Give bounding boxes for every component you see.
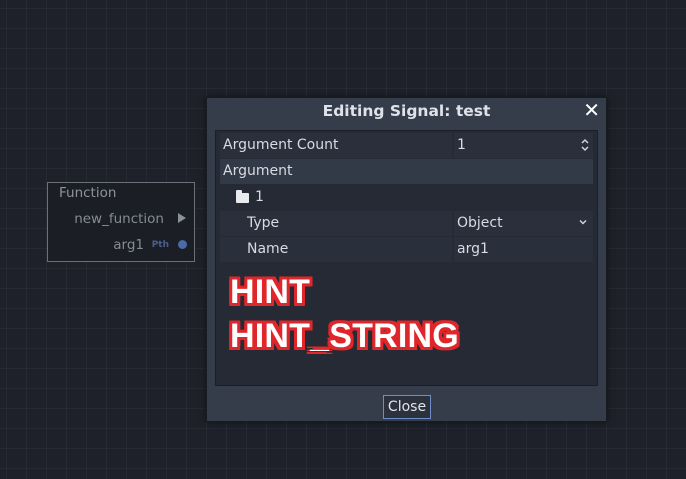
arg-type-icon: Pth bbox=[151, 240, 169, 250]
name-label: Name bbox=[247, 241, 289, 257]
dialog-title: Editing Signal: test bbox=[322, 102, 491, 120]
argument-count-label: Argument Count bbox=[223, 137, 339, 153]
argument-count-row: Argument Count 1 bbox=[220, 133, 593, 158]
name-input[interactable]: arg1 bbox=[457, 241, 489, 257]
node-arg-label: arg1 bbox=[113, 237, 144, 253]
function-node[interactable]: Function new_function arg1 Pth bbox=[47, 182, 195, 262]
data-port-icon[interactable] bbox=[178, 240, 187, 249]
sequence-port-icon[interactable] bbox=[178, 213, 186, 223]
argument-section-label: Argument bbox=[223, 163, 293, 179]
node-output-label: new_function bbox=[74, 211, 164, 227]
type-row: Type Object bbox=[220, 211, 593, 236]
type-select[interactable]: Object bbox=[457, 215, 503, 231]
close-icon[interactable]: ✕ bbox=[583, 99, 600, 121]
name-row: Name arg1 bbox=[220, 237, 593, 262]
chevron-down-icon[interactable] bbox=[578, 217, 588, 227]
overlay-hint-text: HINT bbox=[230, 273, 311, 311]
argument-section-header[interactable]: Argument bbox=[220, 159, 593, 184]
argument-group-label: 1 bbox=[255, 189, 264, 205]
overlay-hint-string-text: HINT_STRING bbox=[230, 317, 459, 355]
node-title: Function bbox=[59, 185, 117, 201]
type-label: Type bbox=[247, 215, 280, 231]
spinner-arrows-icon[interactable] bbox=[581, 138, 589, 152]
argument-count-input[interactable]: 1 bbox=[457, 137, 466, 153]
inspector-panel: Argument Count 1 Argument 1 Type Object … bbox=[215, 130, 598, 386]
folder-icon bbox=[236, 190, 249, 203]
edit-signal-dialog: Editing Signal: test ✕ Argument Count 1 … bbox=[206, 97, 607, 422]
argument-group-1[interactable]: 1 bbox=[220, 185, 593, 210]
close-button[interactable]: Close bbox=[383, 395, 431, 419]
